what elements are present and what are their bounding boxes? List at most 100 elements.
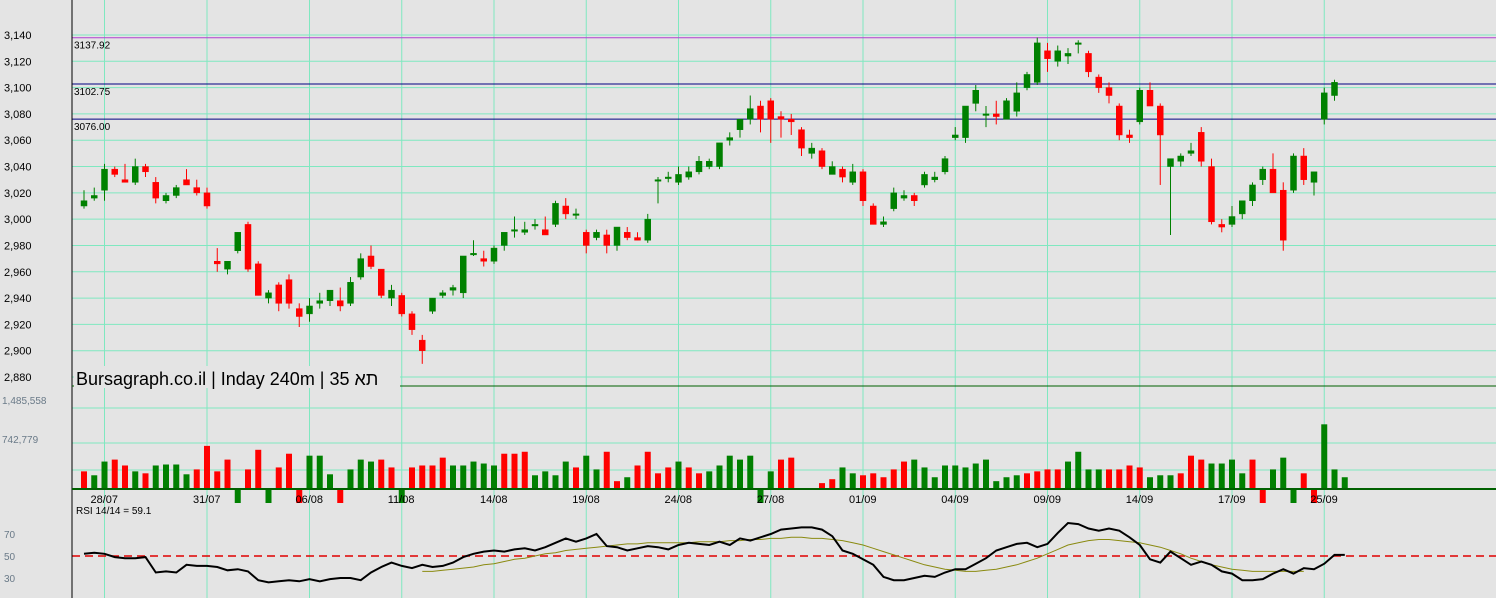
- candle-body: [1300, 155, 1307, 180]
- candle-body: [1085, 53, 1092, 73]
- candle-body: [839, 168, 846, 178]
- candle-body: [1198, 132, 1205, 162]
- volume-bar: [255, 449, 262, 489]
- candle-body: [624, 232, 631, 238]
- volume-bar: [706, 471, 713, 489]
- price-tick-label: 2,980: [4, 240, 32, 252]
- candle: [1034, 37, 1041, 85]
- candle-body: [1280, 189, 1287, 241]
- candle: [870, 203, 877, 225]
- chart-background: [0, 0, 1496, 598]
- price-level-label: 3137.92: [74, 41, 111, 52]
- volume-bar: [1270, 469, 1276, 489]
- candle-body: [982, 113, 990, 116]
- volume-bar: [1290, 489, 1297, 503]
- volume-bar: [173, 464, 180, 489]
- candle-body: [562, 205, 569, 215]
- volume-bar: [450, 465, 456, 489]
- candle-body: [367, 255, 375, 267]
- volume-bar: [204, 445, 210, 489]
- volume-bar: [327, 474, 333, 489]
- candle-body: [111, 168, 118, 175]
- price-tick-label: 3,140: [4, 30, 32, 42]
- candle-body: [183, 179, 190, 186]
- rsi-tick-label: 70: [4, 530, 16, 541]
- candle-body: [777, 116, 785, 120]
- date-tick-label: 14/09: [1126, 494, 1154, 506]
- candle-body: [214, 260, 221, 265]
- candle-body: [1187, 150, 1195, 154]
- volume-bar: [1136, 467, 1143, 489]
- volume-bar: [1259, 489, 1266, 503]
- candle-body: [972, 89, 979, 104]
- volume-bar: [501, 453, 508, 489]
- volume-bar: [1208, 463, 1215, 489]
- candle-body: [449, 287, 457, 291]
- volume-bar: [1054, 469, 1061, 489]
- candle-body: [1177, 155, 1184, 162]
- candle-body: [419, 339, 426, 351]
- volume-bar: [1249, 459, 1256, 489]
- volume-bar: [603, 451, 610, 489]
- volume-bar: [163, 464, 169, 489]
- candle: [552, 200, 559, 228]
- volume-bar: [357, 459, 364, 489]
- candle-body: [644, 218, 651, 241]
- candle-body: [378, 268, 385, 296]
- volume-bar: [1075, 451, 1082, 489]
- price-tick-label: 2,960: [4, 267, 32, 279]
- candle-body: [1054, 50, 1061, 62]
- candle-body: [952, 134, 959, 138]
- candle: [716, 142, 723, 170]
- volume-bar: [1034, 471, 1041, 489]
- candle-body: [1136, 89, 1143, 123]
- candle-body: [583, 232, 590, 246]
- candle-body: [162, 195, 170, 201]
- candle: [255, 261, 262, 296]
- candle: [398, 292, 405, 317]
- price-tick-label: 3,040: [4, 162, 32, 174]
- candle-body: [1146, 89, 1154, 107]
- volume-bar: [829, 479, 836, 489]
- date-tick-label: 09/09: [1034, 494, 1062, 506]
- candle-body: [706, 161, 713, 167]
- volume-bar: [849, 473, 856, 489]
- candle-body: [685, 171, 692, 178]
- candle: [234, 232, 241, 254]
- candle-body: [244, 224, 252, 270]
- date-tick-label: 28/07: [91, 494, 119, 506]
- candle-body: [521, 229, 528, 233]
- volume-bar: [880, 477, 887, 489]
- volume-tick-label: 1,485,558: [2, 396, 47, 407]
- volume-bar: [931, 477, 938, 489]
- candle-body: [80, 200, 88, 207]
- candle-body: [1126, 134, 1133, 138]
- candle-body: [736, 118, 744, 130]
- candle-body: [788, 118, 795, 123]
- volume-bar: [480, 463, 487, 489]
- candle-body: [931, 176, 938, 180]
- candle-body: [142, 166, 149, 173]
- candle-body: [265, 292, 272, 299]
- volume-bar: [265, 489, 272, 503]
- candle-body: [1157, 105, 1164, 136]
- candle-body: [193, 187, 200, 194]
- volume-bar: [1126, 465, 1133, 489]
- volume-bar: [542, 471, 549, 489]
- date-tick-label: 14/08: [480, 494, 508, 506]
- candle-body: [326, 289, 334, 301]
- volume-bar: [1013, 475, 1020, 489]
- price-tick-label: 2,940: [4, 293, 32, 305]
- candle: [490, 245, 498, 264]
- candle-body: [480, 258, 487, 262]
- volume-bar: [183, 474, 190, 489]
- candle-body: [1003, 100, 1010, 120]
- candle-body: [1116, 105, 1123, 136]
- volume-bar: [1188, 455, 1194, 489]
- volume-bar: [1229, 459, 1235, 489]
- volume-bar: [460, 465, 467, 489]
- volume-bar: [1095, 469, 1102, 489]
- volume-bar: [1024, 473, 1030, 489]
- candle-body: [101, 168, 108, 191]
- volume-bar: [409, 467, 415, 489]
